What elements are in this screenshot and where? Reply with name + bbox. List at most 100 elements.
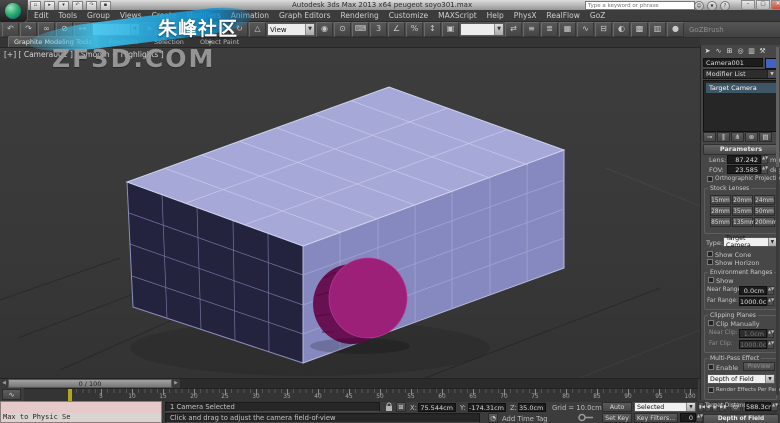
floating-toolbar[interactable]: Max to Physic Se (0, 401, 162, 423)
stock-lens-button[interactable]: 135mm (732, 217, 755, 227)
track-bar[interactable]: 0510152025303540455055606570758085909510… (24, 388, 698, 402)
x-coordinate-field[interactable]: 75.544cm (418, 403, 456, 412)
stock-lens-button[interactable]: 85mm (710, 217, 731, 227)
dof-parameters-rollout[interactable]: Depth of Field Parameters (703, 414, 779, 423)
utilities-tab-icon[interactable]: ⚒ (758, 47, 767, 56)
ribbon-toggle-icon[interactable]: ▦ (559, 22, 576, 37)
menu-item[interactable]: Tools (59, 11, 77, 20)
goz-brush-button[interactable]: GoZBrush (689, 26, 724, 34)
stock-lens-button[interactable]: 200mm (754, 217, 777, 227)
edit-named-sets-icon[interactable]: ▣ (442, 22, 459, 37)
select-and-manipulate-icon[interactable]: ⊙ (334, 22, 351, 37)
stock-lens-button[interactable]: 20mm (732, 195, 753, 205)
remove-modifier-icon[interactable]: ⊗ (745, 132, 758, 142)
fov-spinner[interactable]: ▲▼ (761, 165, 768, 174)
far-range-field[interactable]: 1000.0cm (739, 297, 773, 306)
snap-toggle-icon[interactable]: 3 (370, 22, 387, 37)
far-clip-field[interactable]: 1000.0cm (739, 340, 773, 349)
rendered-frame-icon[interactable]: ▥ (649, 22, 666, 37)
target-distance-field[interactable]: 588.3cm (745, 402, 775, 411)
render-setup-icon[interactable]: ▩ (631, 22, 648, 37)
panel-scrollbar[interactable] (776, 47, 779, 395)
preview-button[interactable]: Preview (743, 362, 775, 371)
absolute-mode-icon[interactable]: ⊞ (396, 402, 406, 412)
layer-manager-icon[interactable]: ≣ (541, 22, 558, 37)
menu-item[interactable]: Graph Editors (279, 11, 331, 20)
target-distance-spinner[interactable]: ▲▼ (771, 402, 778, 411)
time-slider-handle[interactable]: 0 / 100 (8, 379, 172, 388)
schematic-view-icon[interactable]: ⊟ (595, 22, 612, 37)
minimize-button[interactable]: – (741, 0, 755, 10)
go-to-start-icon[interactable]: ▮◀ (698, 402, 705, 412)
enable-checkbox[interactable] (708, 364, 714, 370)
frame-spinner[interactable]: ▲▼ (696, 413, 703, 422)
display-tab-icon[interactable]: ▥ (747, 47, 756, 56)
show-horizon-checkbox[interactable] (707, 259, 713, 265)
render-production-icon[interactable]: ● (667, 22, 684, 37)
near-clip-spinner[interactable]: ▲▼ (767, 329, 774, 338)
y-coordinate-field[interactable]: -174.31cm (468, 403, 506, 412)
menu-item[interactable]: MAXScript (438, 11, 477, 20)
near-range-field[interactable]: 0.0cm (739, 286, 767, 295)
menu-item[interactable]: Rendering (340, 11, 378, 20)
render-per-pass-checkbox[interactable] (708, 387, 714, 393)
modify-tab-icon[interactable]: ∿ (714, 47, 723, 56)
use-pivot-center-icon[interactable]: ◉ (316, 22, 333, 37)
slider-left-arrow-icon[interactable]: ◀ (0, 379, 8, 388)
stock-lens-button[interactable]: 15mm (710, 195, 731, 205)
far-range-spinner[interactable]: ▲▼ (767, 297, 774, 306)
slider-right-arrow-icon[interactable]: ▶ (172, 379, 180, 388)
hierarchy-tab-icon[interactable]: ⊞ (725, 47, 734, 56)
percent-snap-icon[interactable]: % (406, 22, 423, 37)
search-input[interactable] (585, 1, 695, 10)
orthographic-checkbox[interactable] (707, 176, 713, 182)
named-selection-sets-dropdown[interactable]: ▼ (460, 23, 504, 36)
menu-item[interactable]: Customize (389, 11, 428, 20)
menu-item[interactable]: Help (487, 11, 504, 20)
stock-lens-button[interactable]: 28mm (710, 206, 731, 216)
object-name-field[interactable]: Camera001 (703, 58, 763, 67)
undo-icon[interactable]: ↶ (2, 22, 19, 37)
auto-key-button[interactable]: Auto Key (602, 402, 632, 420)
make-unique-icon[interactable]: ⋔ (731, 132, 744, 142)
lens-field[interactable]: 87.242 (727, 155, 761, 164)
menu-item[interactable]: Edit (34, 11, 49, 20)
fov-field[interactable]: 23.585 (727, 165, 761, 174)
time-slider-track[interactable]: ◀ 0 / 100 ▶ (0, 379, 698, 388)
curve-editor-icon[interactable]: ∿ (577, 22, 594, 37)
lens-spinner[interactable]: ▲▼ (761, 155, 768, 164)
menu-item[interactable]: GoZ (590, 11, 606, 20)
key-filters-button[interactable]: Key Filters... (634, 413, 678, 423)
close-button[interactable]: ✕ (771, 0, 780, 10)
add-time-tag[interactable]: Add Time Tag (502, 415, 548, 423)
reference-coordinate-dropdown[interactable]: View ▼ (267, 23, 315, 36)
stock-lens-button[interactable]: 50mm (754, 206, 775, 216)
env-show-checkbox[interactable] (708, 277, 714, 283)
select-and-scale-icon[interactable]: △ (249, 22, 266, 37)
spinner-snap-icon[interactable]: ↕ (424, 22, 441, 37)
z-coordinate-field[interactable]: 35.0cm (518, 403, 546, 412)
motion-tab-icon[interactable]: ◎ (736, 47, 745, 56)
parameters-rollout[interactable]: Parameters (703, 144, 779, 155)
menu-item[interactable]: Group (87, 11, 110, 20)
near-clip-field[interactable]: 1.0cm (739, 329, 767, 338)
maximize-button[interactable]: ▢ (756, 0, 770, 10)
selected-dropdown[interactable]: Selected ▼ (634, 402, 696, 412)
floating-toolbar-title[interactable]: Max to Physic Se (1, 413, 161, 422)
menu-item[interactable]: PhysX (514, 11, 537, 20)
multi-pass-effect-dropdown[interactable]: Depth of Field ▼ (707, 374, 775, 384)
angle-snap-icon[interactable]: ∠ (388, 22, 405, 37)
current-frame-marker[interactable] (68, 389, 72, 401)
set-key-button[interactable]: Set Key (602, 413, 632, 423)
current-frame-field[interactable]: 0 (680, 413, 696, 422)
camera-viewport[interactable]: [+] [ Camera001 ] [ Smooth + Highlights … (0, 48, 700, 378)
cylinder-face[interactable] (328, 257, 408, 339)
modifier-list-dropdown[interactable]: Modifier List ▼ (703, 69, 777, 79)
pin-stack-icon[interactable]: ⊸ (703, 132, 716, 142)
stack-item-target-camera[interactable]: Target Camera (706, 83, 776, 93)
stock-lens-button[interactable]: 35mm (732, 206, 753, 216)
stock-lens-button[interactable]: 24mm (754, 195, 775, 205)
time-tag-icon[interactable]: ◔ (488, 413, 498, 423)
align-icon[interactable]: ≡ (523, 22, 540, 37)
menu-item[interactable]: RealFlow (547, 11, 580, 20)
